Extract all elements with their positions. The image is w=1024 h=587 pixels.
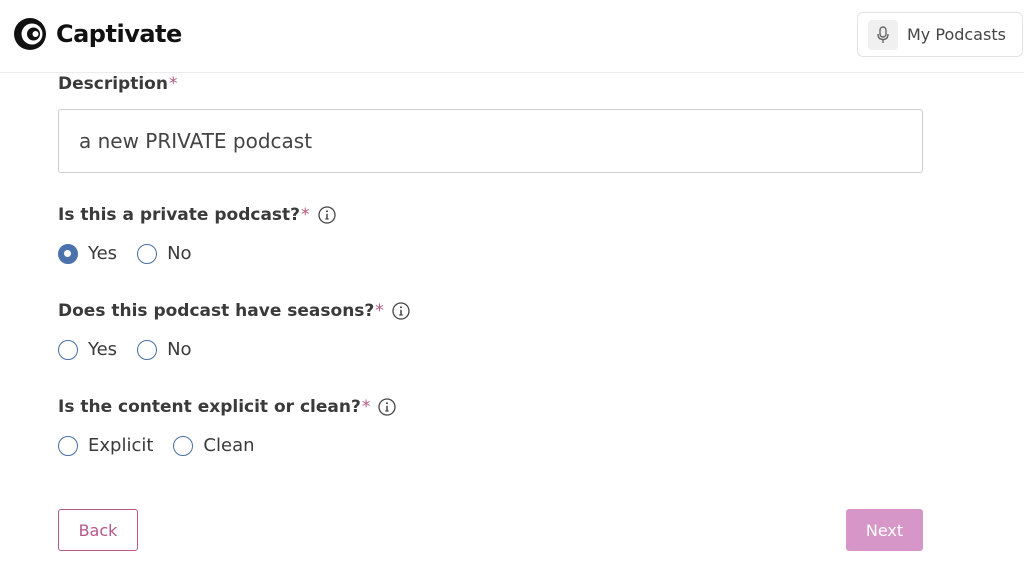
my-podcasts-label: My Podcasts (907, 25, 1006, 44)
clean-radio[interactable] (173, 435, 194, 456)
seasons-yes-radio[interactable] (58, 339, 78, 360)
info-icon[interactable] (378, 398, 396, 416)
info-icon[interactable] (392, 302, 410, 320)
explicit-question-label: Is the content explicit or clean? * (58, 397, 396, 417)
private-question-text: Is this a private podcast? (58, 205, 301, 225)
private-radio-group: Yes No (58, 243, 212, 264)
explicit-radio-group: Explicit Clean (58, 435, 275, 456)
seasons-no-label: No (167, 339, 192, 360)
required-mark: * (361, 397, 371, 417)
description-label-text: Description (58, 74, 168, 94)
next-button[interactable]: Next (846, 509, 923, 551)
explicit-option[interactable]: Explicit (58, 435, 153, 456)
required-mark: * (168, 74, 178, 94)
info-icon[interactable] (317, 206, 336, 224)
private-yes-radio[interactable] (58, 243, 78, 264)
brand-name: Captivate (56, 20, 182, 48)
description-input[interactable] (58, 109, 923, 173)
explicit-radio[interactable] (58, 435, 78, 456)
seasons-question-text: Does this podcast have seasons? (58, 301, 375, 321)
private-yes-option[interactable]: Yes (58, 243, 117, 264)
private-no-radio[interactable] (137, 243, 158, 264)
seasons-no-radio[interactable] (137, 339, 158, 360)
private-question-label: Is this a private podcast? * (58, 205, 336, 225)
microphone-icon (868, 19, 898, 50)
back-button[interactable]: Back (58, 509, 138, 551)
brand-logo[interactable]: Captivate (12, 16, 182, 52)
my-podcasts-button[interactable]: My Podcasts (857, 12, 1023, 57)
required-mark: * (375, 301, 384, 321)
seasons-no-option[interactable]: No (137, 339, 192, 360)
private-yes-label: Yes (88, 243, 118, 264)
clean-option[interactable]: Clean (173, 435, 255, 456)
seasons-yes-label: Yes (88, 339, 118, 360)
required-mark: * (301, 205, 310, 225)
captivate-logo-icon (14, 18, 46, 50)
top-header: Captivate My Podcasts (0, 0, 1024, 73)
seasons-yes-option[interactable]: Yes (58, 339, 117, 360)
description-label: Description * (58, 74, 177, 94)
clean-label: Clean (203, 435, 255, 456)
private-no-option[interactable]: No (137, 243, 192, 264)
seasons-radio-group: Yes No (58, 339, 212, 360)
explicit-label: Explicit (88, 435, 154, 456)
private-no-label: No (167, 243, 192, 264)
explicit-question-text: Is the content explicit or clean? (58, 397, 361, 417)
seasons-question-label: Does this podcast have seasons? * (58, 301, 410, 321)
